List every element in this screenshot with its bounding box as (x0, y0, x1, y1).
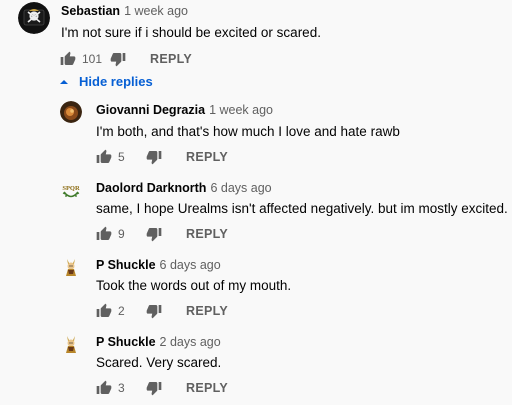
avatar[interactable] (60, 101, 82, 123)
like-count: 9 (118, 227, 125, 241)
comment-author[interactable]: Giovanni Degrazia 1 week ago (96, 103, 273, 117)
comment-author[interactable]: P Shuckle 6 days ago (96, 258, 221, 272)
comment-author[interactable]: Sebastian 1 week ago (61, 4, 188, 18)
reply-button[interactable]: REPLY (186, 381, 228, 395)
like-count: 3 (118, 381, 125, 395)
character-icon (60, 256, 82, 278)
comment-time[interactable]: 1 week ago (124, 4, 188, 18)
thumbs-down-icon[interactable] (146, 149, 162, 165)
avatar[interactable]: SPQR (60, 179, 82, 201)
comment-actions: 3 REPLY (96, 378, 228, 398)
photo-avatar-icon (60, 101, 82, 123)
comment-text: I'm not sure if i should be excited or s… (61, 25, 321, 40)
comment-time[interactable]: 6 days ago (210, 181, 271, 195)
comment-text: same, I hope Urealms isn't affected nega… (96, 201, 508, 216)
comment-actions: 5 REPLY (96, 147, 228, 167)
comment-text: Took the words out of my mouth. (96, 278, 292, 293)
reply-button[interactable]: REPLY (150, 52, 192, 66)
thumbs-up-icon[interactable] (96, 380, 112, 396)
author-name[interactable]: Sebastian (61, 4, 120, 18)
avatar-text: SPQR (62, 185, 80, 192)
author-name[interactable]: P Shuckle (96, 335, 156, 349)
thumbs-down-icon[interactable] (110, 51, 126, 67)
reply-button[interactable]: REPLY (186, 304, 228, 318)
thumbs-down-icon[interactable] (146, 380, 162, 396)
character-icon (60, 333, 82, 355)
thumbs-up-icon[interactable] (60, 51, 76, 67)
comment-actions: 101 REPLY (60, 49, 192, 69)
author-name[interactable]: P Shuckle (96, 258, 156, 272)
thumbs-down-icon[interactable] (146, 303, 162, 319)
skull-flag-icon (18, 2, 50, 34)
reply-button[interactable]: REPLY (186, 150, 228, 164)
reply-button[interactable]: REPLY (186, 227, 228, 241)
avatar[interactable] (60, 256, 82, 278)
comment-text: I'm both, and that's how much I love and… (96, 124, 400, 139)
author-name[interactable]: Giovanni Degrazia (96, 103, 205, 117)
caret-up-icon (60, 79, 68, 84)
comment-author[interactable]: Daolord Darknorth 6 days ago (96, 181, 272, 195)
hide-replies-label: Hide replies (79, 74, 153, 89)
comment-time[interactable]: 1 week ago (209, 103, 273, 117)
like-count: 5 (118, 150, 125, 164)
comment-time[interactable]: 2 days ago (160, 335, 221, 349)
comment-actions: 2 REPLY (96, 301, 228, 321)
like-count: 2 (118, 304, 125, 318)
author-name[interactable]: Daolord Darknorth (96, 181, 206, 195)
thumbs-up-icon[interactable] (96, 303, 112, 319)
comment-text: Scared. Very scared. (96, 355, 222, 370)
comment-author[interactable]: P Shuckle 2 days ago (96, 335, 221, 349)
comment-actions: 9 REPLY (96, 224, 228, 244)
like-count: 101 (82, 52, 103, 66)
thumbs-up-icon[interactable] (96, 149, 112, 165)
comment-time[interactable]: 6 days ago (160, 258, 221, 272)
avatar[interactable] (60, 333, 82, 355)
thumbs-down-icon[interactable] (146, 226, 162, 242)
comment-thread: Sebastian 1 week ago I'm not sure if i sh… (0, 0, 512, 405)
spqr-laurel-icon: SPQR (60, 179, 82, 201)
avatar[interactable] (18, 2, 50, 34)
thumbs-up-icon[interactable] (96, 226, 112, 242)
hide-replies-button[interactable]: Hide replies (59, 74, 153, 89)
